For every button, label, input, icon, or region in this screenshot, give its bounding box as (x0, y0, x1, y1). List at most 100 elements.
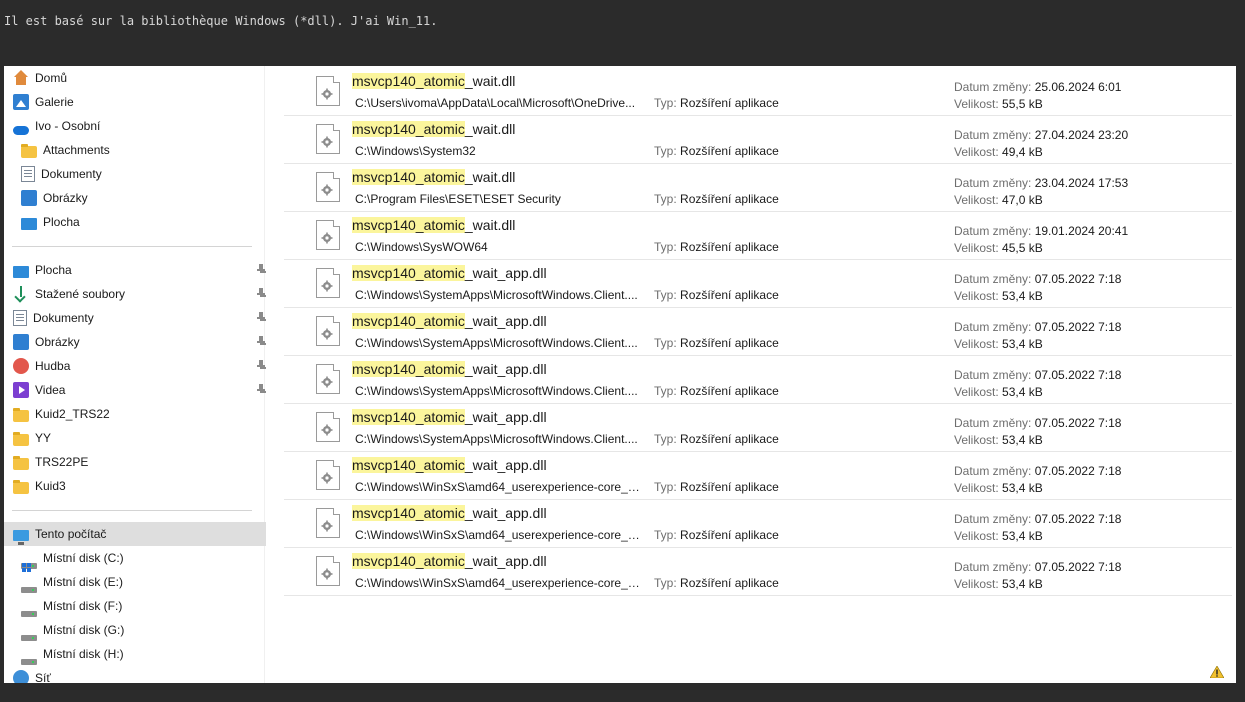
size-value: 55,5 kB (1002, 97, 1043, 111)
pin-icon[interactable] (256, 360, 266, 370)
size-label: Velikost: (954, 97, 999, 111)
network-icon (13, 670, 29, 683)
file-type: Typ: Rozšíření aplikace (654, 192, 779, 206)
date-value: 27.04.2024 23:20 (1034, 128, 1129, 142)
file-name[interactable]: msvcp140_atomic_wait_app.dll (352, 553, 547, 569)
file-name[interactable]: msvcp140_atomic_wait.dll (352, 217, 515, 233)
sidebar-item-onedrive-pictures[interactable]: Obrázky (4, 186, 278, 210)
sidebar-item-drive-c[interactable]: Místní disk (C:) (4, 546, 278, 570)
sidebar-item-onedrive-documents[interactable]: Dokumenty (4, 162, 278, 186)
date-label: Datum změny: (954, 560, 1032, 574)
file-name[interactable]: msvcp140_atomic_wait.dll (352, 73, 515, 89)
search-result-row[interactable]: msvcp140_atomic_wait.dll C:\Users\ivoma\… (284, 68, 1232, 116)
search-result-row[interactable]: msvcp140_atomic_wait.dll C:\Windows\SysW… (284, 212, 1232, 260)
search-highlight: msvcp140_atomic (352, 217, 465, 233)
pictures-icon (13, 334, 29, 350)
sidebar-item-yy[interactable]: YY (4, 426, 270, 450)
search-result-row[interactable]: msvcp140_atomic_wait_app.dll C:\Windows\… (284, 260, 1232, 308)
sidebar-item-drive-g[interactable]: Místní disk (G:) (4, 618, 278, 642)
sidebar-item-attachments[interactable]: Attachments (4, 138, 278, 162)
search-results-list[interactable]: msvcp140_atomic_wait.dll C:\Users\ivoma\… (266, 66, 1236, 683)
file-name-rest: _wait_app.dll (464, 265, 547, 281)
gear-icon (321, 136, 333, 148)
pin-icon[interactable] (256, 288, 266, 298)
search-result-row[interactable]: msvcp140_atomic_wait_app.dll C:\Windows\… (284, 308, 1232, 356)
sidebar-item-pictures[interactable]: Obrázky (4, 330, 270, 354)
file-date: Datum změny: 23.04.2024 17:53 (954, 176, 1128, 190)
pin-icon[interactable] (256, 336, 266, 346)
sidebar-item-drive-f[interactable]: Místní disk (F:) (4, 594, 278, 618)
sidebar-item-this-pc[interactable]: Tento počítač (4, 522, 270, 546)
sidebar-item-label: Galerie (35, 95, 74, 109)
date-label: Datum změny: (954, 272, 1032, 286)
sidebar-item-documents[interactable]: Dokumenty (4, 306, 270, 330)
file-type: Typ: Rozšíření aplikace (654, 432, 779, 446)
sidebar-item-home[interactable]: Domů (4, 66, 270, 90)
type-value: Rozšíření aplikace (680, 528, 779, 542)
search-result-row[interactable]: msvcp140_atomic_wait.dll C:\Program File… (284, 164, 1232, 212)
sidebar-item-kuid3[interactable]: Kuid3 (4, 474, 270, 498)
file-type: Typ: Rozšíření aplikace (654, 336, 779, 350)
file-name[interactable]: msvcp140_atomic_wait.dll (352, 169, 515, 185)
date-value: 07.05.2022 7:18 (1034, 416, 1122, 430)
sidebar-item-videos[interactable]: Videa (4, 378, 270, 402)
type-value: Rozšíření aplikace (680, 144, 779, 158)
navigation-pane[interactable]: Domů Galerie Ivo - Osobní Attachments Do… (4, 66, 270, 683)
sidebar-item-label: Místní disk (F:) (43, 599, 123, 613)
file-size: Velikost: 49,4 kB (954, 145, 1043, 159)
file-name[interactable]: msvcp140_atomic_wait.dll (352, 121, 515, 137)
sidebar-item-network[interactable]: Síť (4, 666, 270, 683)
file-path: C:\Windows\SysWOW64 (355, 240, 488, 254)
size-label: Velikost: (954, 433, 999, 447)
search-result-row[interactable]: msvcp140_atomic_wait.dll C:\Windows\Syst… (284, 116, 1232, 164)
sidebar-item-drive-h[interactable]: Místní disk (H:) (4, 642, 278, 666)
file-type: Typ: Rozšíření aplikace (654, 96, 779, 110)
file-date: Datum změny: 25.06.2024 6:01 (954, 80, 1121, 94)
date-label: Datum změny: (954, 368, 1032, 382)
date-label: Datum změny: (954, 512, 1032, 526)
file-name[interactable]: msvcp140_atomic_wait_app.dll (352, 361, 547, 377)
sidebar-item-label: Stažené soubory (35, 287, 126, 301)
file-name[interactable]: msvcp140_atomic_wait_app.dll (352, 313, 547, 329)
sidebar-item-onedrive[interactable]: Ivo - Osobní (4, 114, 270, 138)
search-result-row[interactable]: msvcp140_atomic_wait_app.dll C:\Windows\… (284, 548, 1232, 596)
warning-icon[interactable] (1210, 666, 1224, 678)
file-name[interactable]: msvcp140_atomic_wait_app.dll (352, 457, 547, 473)
pin-icon[interactable] (256, 384, 266, 394)
file-name[interactable]: msvcp140_atomic_wait_app.dll (352, 265, 547, 281)
sidebar-item-kuid2-trs22[interactable]: Kuid2_TRS22 (4, 402, 270, 426)
date-value: 07.05.2022 7:18 (1034, 464, 1122, 478)
search-result-row[interactable]: msvcp140_atomic_wait_app.dll C:\Windows\… (284, 452, 1232, 500)
sidebar-item-drive-e[interactable]: Místní disk (E:) (4, 570, 278, 594)
file-name[interactable]: msvcp140_atomic_wait_app.dll (352, 505, 547, 521)
onedrive-cloud-icon (13, 125, 29, 135)
search-result-row[interactable]: msvcp140_atomic_wait_app.dll C:\Windows\… (284, 356, 1232, 404)
size-label: Velikost: (954, 145, 999, 159)
search-highlight: msvcp140_atomic (352, 313, 465, 329)
sidebar-item-downloads[interactable]: Stažené soubory (4, 282, 270, 306)
file-name-rest: _wait_app.dll (464, 409, 547, 425)
sidebar-item-gallery[interactable]: Galerie (4, 90, 270, 114)
file-name-rest: _wait_app.dll (464, 553, 547, 569)
sidebar-item-trs22pe[interactable]: TRS22PE (4, 450, 270, 474)
date-value: 07.05.2022 7:18 (1034, 368, 1122, 382)
gear-icon (321, 184, 333, 196)
sidebar-item-music[interactable]: Hudba (4, 354, 270, 378)
file-name-rest: _wait_app.dll (464, 457, 547, 473)
size-label: Velikost: (954, 529, 999, 543)
file-size: Velikost: 53,4 kB (954, 433, 1043, 447)
type-label: Typ: (654, 144, 677, 158)
type-label: Typ: (654, 96, 677, 110)
file-name[interactable]: msvcp140_atomic_wait_app.dll (352, 409, 547, 425)
size-value: 53,4 kB (1002, 289, 1043, 303)
sidebar-item-desktop[interactable]: Plocha (4, 258, 270, 282)
search-result-row[interactable]: msvcp140_atomic_wait_app.dll C:\Windows\… (284, 500, 1232, 548)
size-value: 47,0 kB (1002, 193, 1043, 207)
sidebar-item-onedrive-desktop[interactable]: Plocha (4, 210, 278, 234)
search-result-row[interactable]: msvcp140_atomic_wait_app.dll C:\Windows\… (284, 404, 1232, 452)
gear-icon (321, 376, 333, 388)
file-type: Typ: Rozšíření aplikace (654, 528, 779, 542)
file-size: Velikost: 53,4 kB (954, 385, 1043, 399)
pin-icon[interactable] (256, 264, 266, 274)
pin-icon[interactable] (256, 312, 266, 322)
